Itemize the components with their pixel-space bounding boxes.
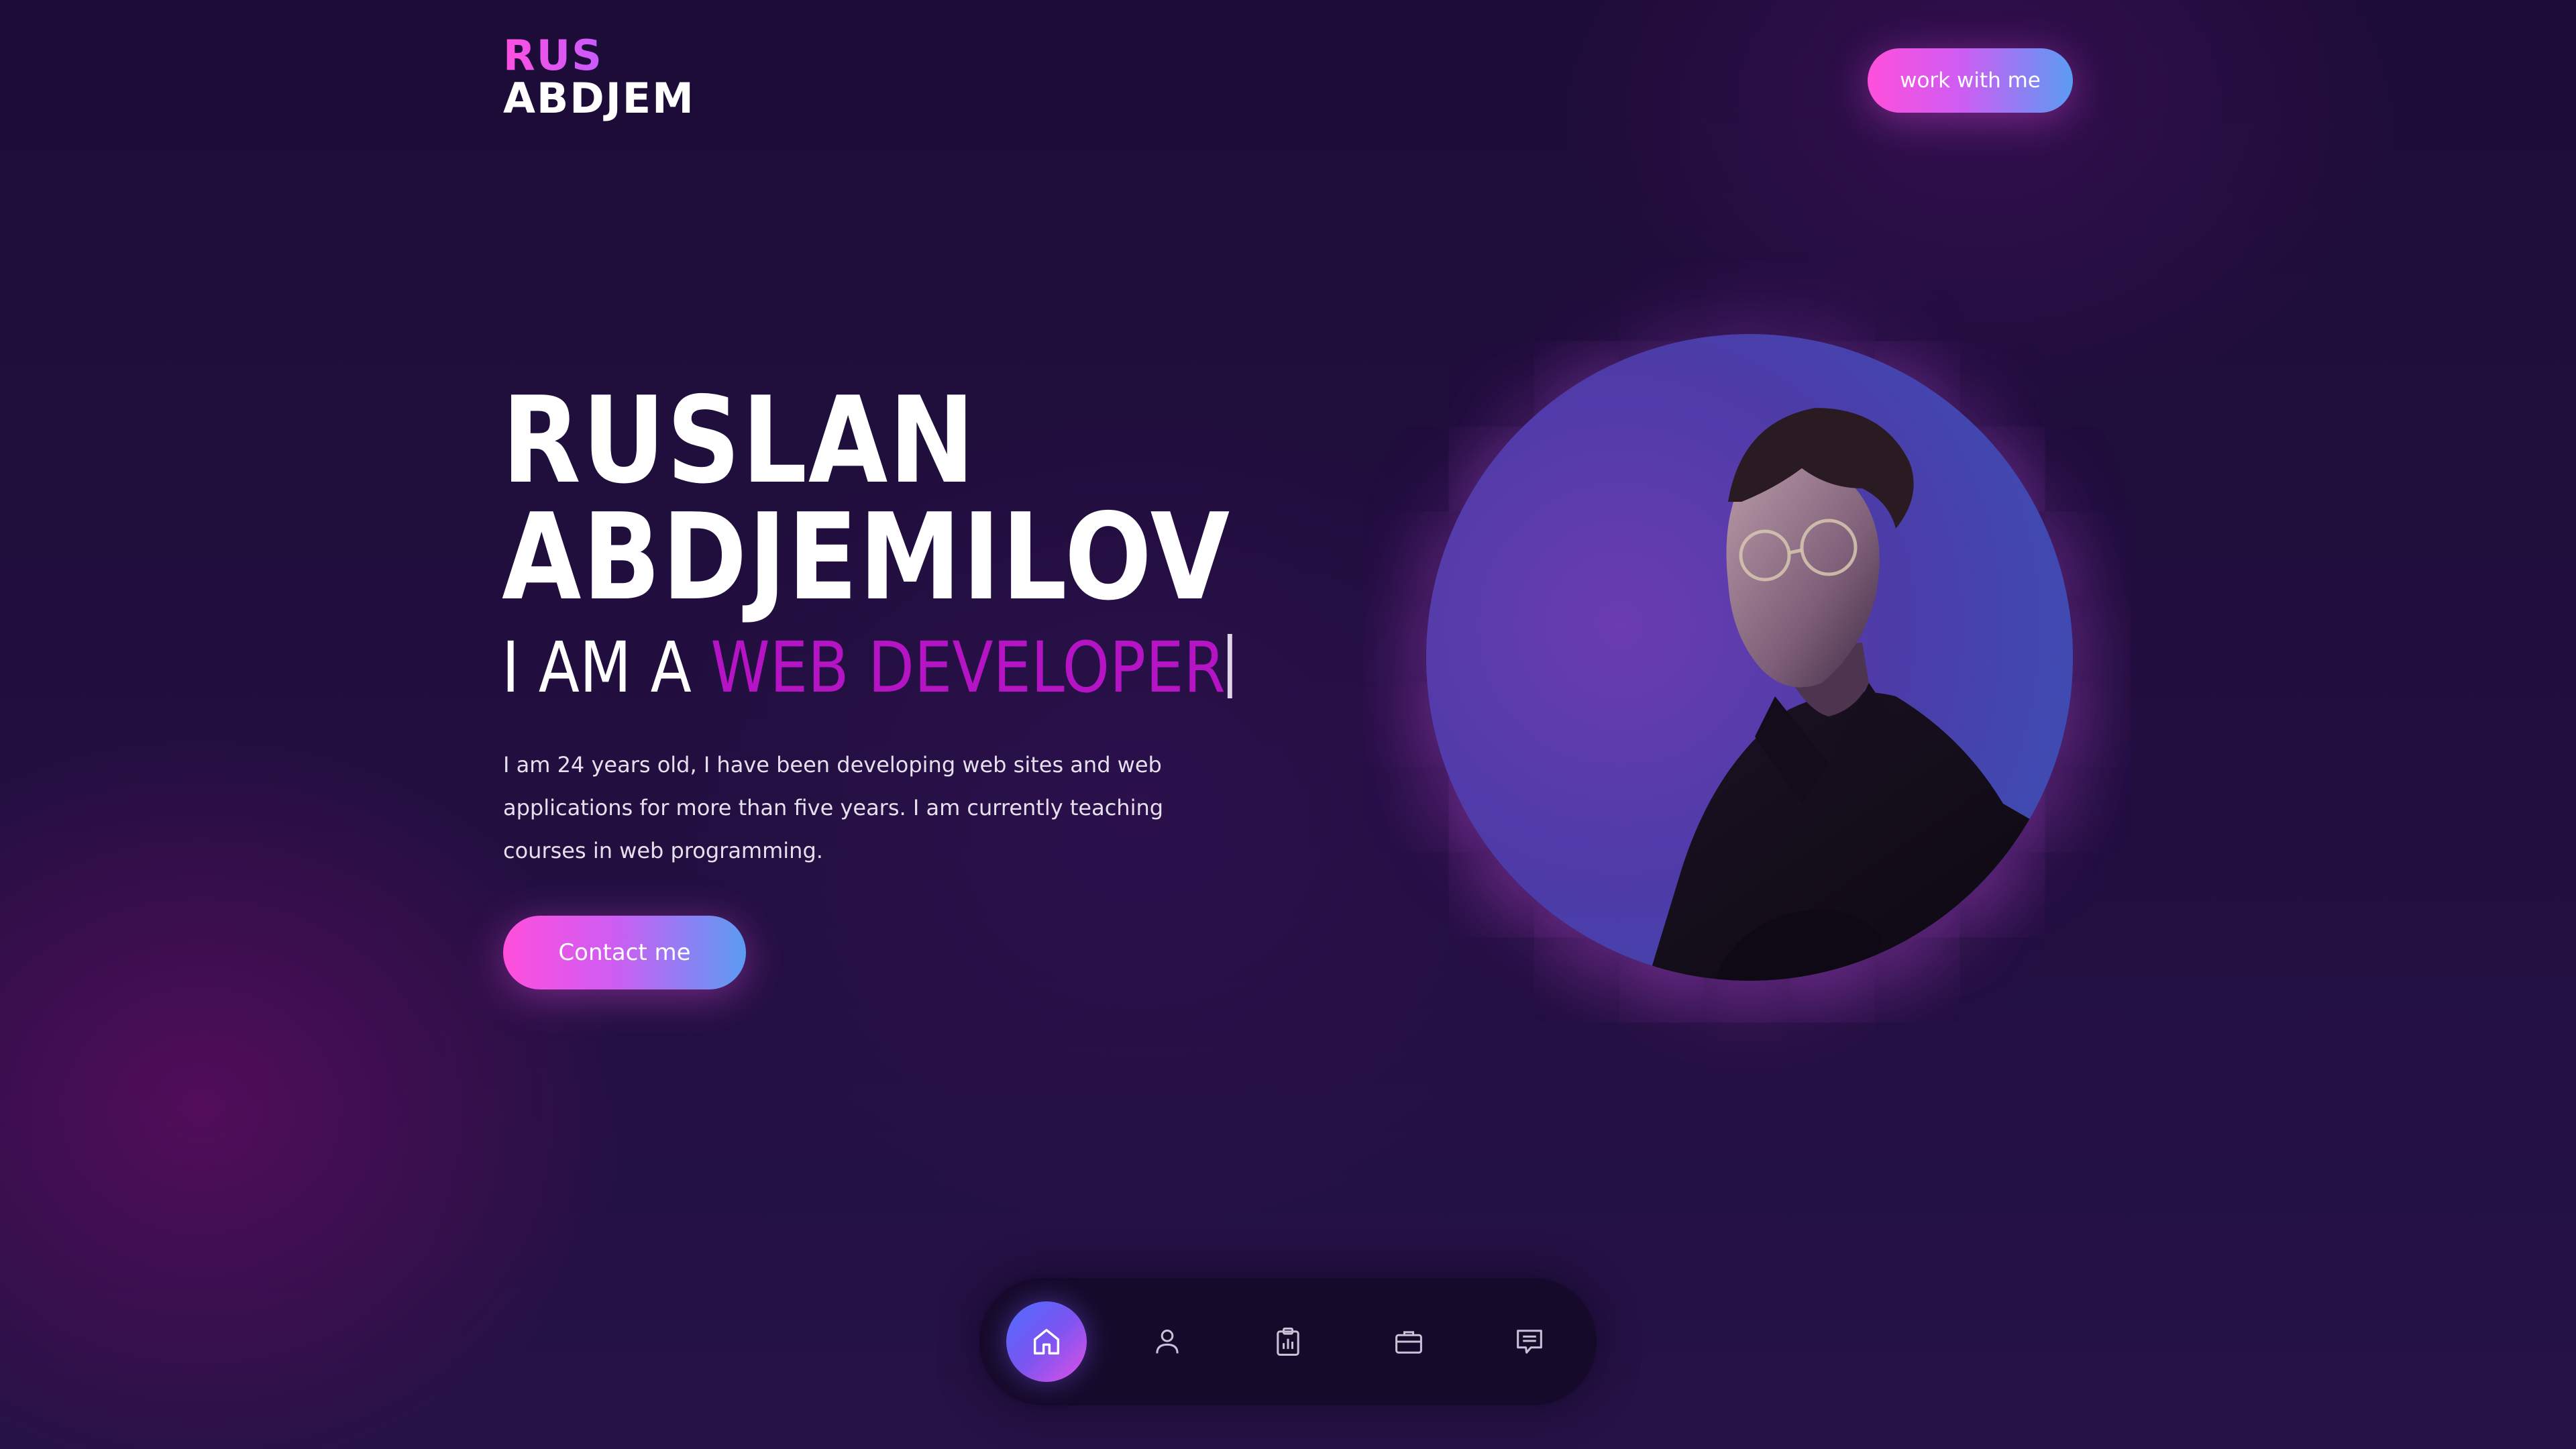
page-background [0,0,2576,1449]
message-icon [1517,1330,1542,1354]
portrait-illustration [1426,334,2073,981]
logo-line-2: ABDJEM [503,74,695,123]
home-icon [1033,1328,1060,1355]
user-icon [1156,1330,1179,1354]
site-logo[interactable]: RUS ABDJEM [503,35,695,119]
contact-me-button[interactable]: Contact me [503,916,746,989]
hero-last-name: ABDJEMILOV [502,488,1231,627]
clipboard-chart-icon [1277,1327,1299,1356]
typing-cursor [1228,634,1232,698]
hero-role: I AM A WEB DEVELOPER [502,627,1232,708]
role-highlight: WEB DEVELOPER [710,627,1226,708]
nav-skills[interactable] [1248,1301,1328,1382]
bottom-navigation [979,1278,1597,1405]
hero-bio: I am 24 years old, I have been developin… [503,752,1164,863]
nav-contact[interactable] [1489,1301,1570,1382]
work-with-me-button[interactable]: work with me [1868,48,2073,113]
nav-about[interactable] [1127,1301,1208,1382]
hero-first-name: RUSLAN [502,371,976,510]
logo-line-1: RUS [503,35,695,76]
profile-photo [1426,334,2073,981]
hero-name: RUSLAN ABDJEMILOV [502,371,1231,627]
briefcase-icon [1395,1331,1422,1354]
role-prefix: I AM A [502,627,711,708]
nav-home[interactable] [1006,1301,1087,1382]
nav-portfolio[interactable] [1368,1301,1449,1382]
